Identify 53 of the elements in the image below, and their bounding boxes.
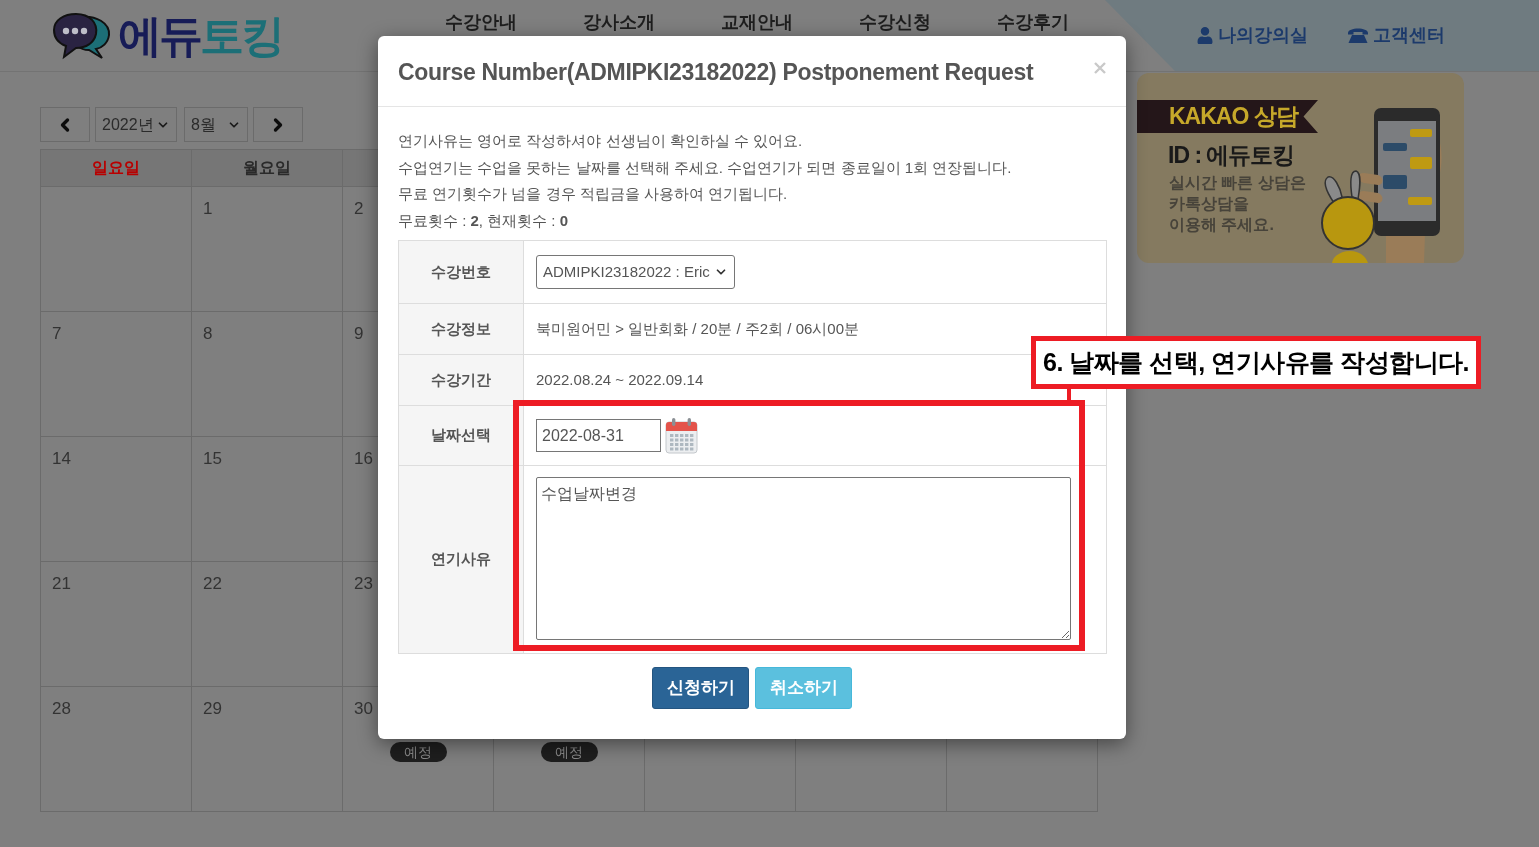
previous-month-button[interactable] (40, 107, 90, 142)
reason-textarea[interactable]: 수업날짜변경 (536, 477, 1071, 640)
day-number: 14 (52, 449, 71, 468)
weekday-header: 월요일 (243, 158, 291, 178)
day-number: 22 (203, 574, 222, 593)
course-period-text: 2022.08.24 ~ 2022.09.14 (536, 369, 704, 390)
banner-id-text: ID : 에듀토킹 (1167, 141, 1296, 169)
day-number: 9 (354, 324, 364, 343)
year-select[interactable]: 2022년 (95, 107, 177, 142)
apply-button[interactable]: 신청하기 (652, 667, 749, 709)
logo-wordmark: 에듀 (118, 9, 200, 62)
day-number: 1 (203, 199, 213, 218)
form-label: 연기사유 (431, 549, 491, 570)
day-number: 15 (203, 449, 222, 468)
form-label: 수강번호 (431, 261, 491, 282)
speech-bubbles-logo-icon (52, 10, 112, 61)
banner-ribbon-title: KAKAO 상담 (1137, 100, 1318, 133)
form-label: 날짜선택 (431, 425, 491, 446)
next-month-button[interactable] (253, 107, 303, 142)
course-select[interactable]: ADMIPKI23182022 : Eric (536, 255, 735, 289)
notice-text: 무료 연기횟수가 넘을 경우 적립금을 사용하여 연기됩니다. (398, 184, 789, 204)
date-input[interactable]: 2022-08-31 (536, 419, 661, 452)
notice-text: 수업연기는 수업을 못하는 날짜를 선택해 주세요. 수업연기가 되면 종료일이 1회 연장됩니다. (398, 157, 1013, 178)
weekday-header: 일요일 (92, 158, 140, 178)
course-info-text: 북미원어민 > 일반회화 / 20분 / 주2회 / 06시00분 (536, 318, 859, 339)
logo-wordmark: 토킹 (200, 9, 282, 62)
day-number: 8 (203, 324, 213, 343)
callout-label: 6. 날짜를 선택, 연기사유를 작성합니다. (1031, 336, 1482, 389)
person-icon (1197, 26, 1213, 44)
cancel-button[interactable]: 취소하기 (755, 667, 852, 709)
day-number: 16 (354, 449, 373, 468)
notice-text: 연기사유는 영어로 작성하셔야 선생님이 확인하실 수 있어요. (398, 131, 804, 151)
banner-text: 이용해 주세요. (1169, 215, 1275, 235)
banner-text: 카톡상담을 (1169, 194, 1250, 214)
day-number: 21 (52, 574, 71, 593)
header-link[interactable]: 나의강의실 (1218, 21, 1308, 49)
day-number: 28 (52, 699, 71, 718)
day-number: 29 (203, 699, 222, 718)
day-number: 23 (354, 574, 373, 593)
day-number: 2 (354, 199, 364, 218)
banner-text: 실시간 빠른 상담은 (1169, 173, 1307, 193)
header-link[interactable]: 고객센터 (1373, 21, 1445, 49)
form-label: 수강기간 (431, 369, 491, 390)
form-label: 수강정보 (431, 318, 491, 339)
modal-title: Course Number(ADMIPKI23182022) Postponement Request (398, 58, 1034, 87)
scheduled-badge: 예정 (389, 742, 447, 762)
telephone-icon (1348, 27, 1368, 43)
day-number: 7 (52, 324, 62, 343)
day-number: 30 (354, 699, 373, 718)
scheduled-badge: 예정 (540, 742, 598, 762)
month-select[interactable]: 8월 (184, 107, 248, 142)
notice-text: 무료횟수 : 2, 현재횟수 : 0 (398, 210, 570, 231)
calendar-icon[interactable] (665, 417, 698, 454)
